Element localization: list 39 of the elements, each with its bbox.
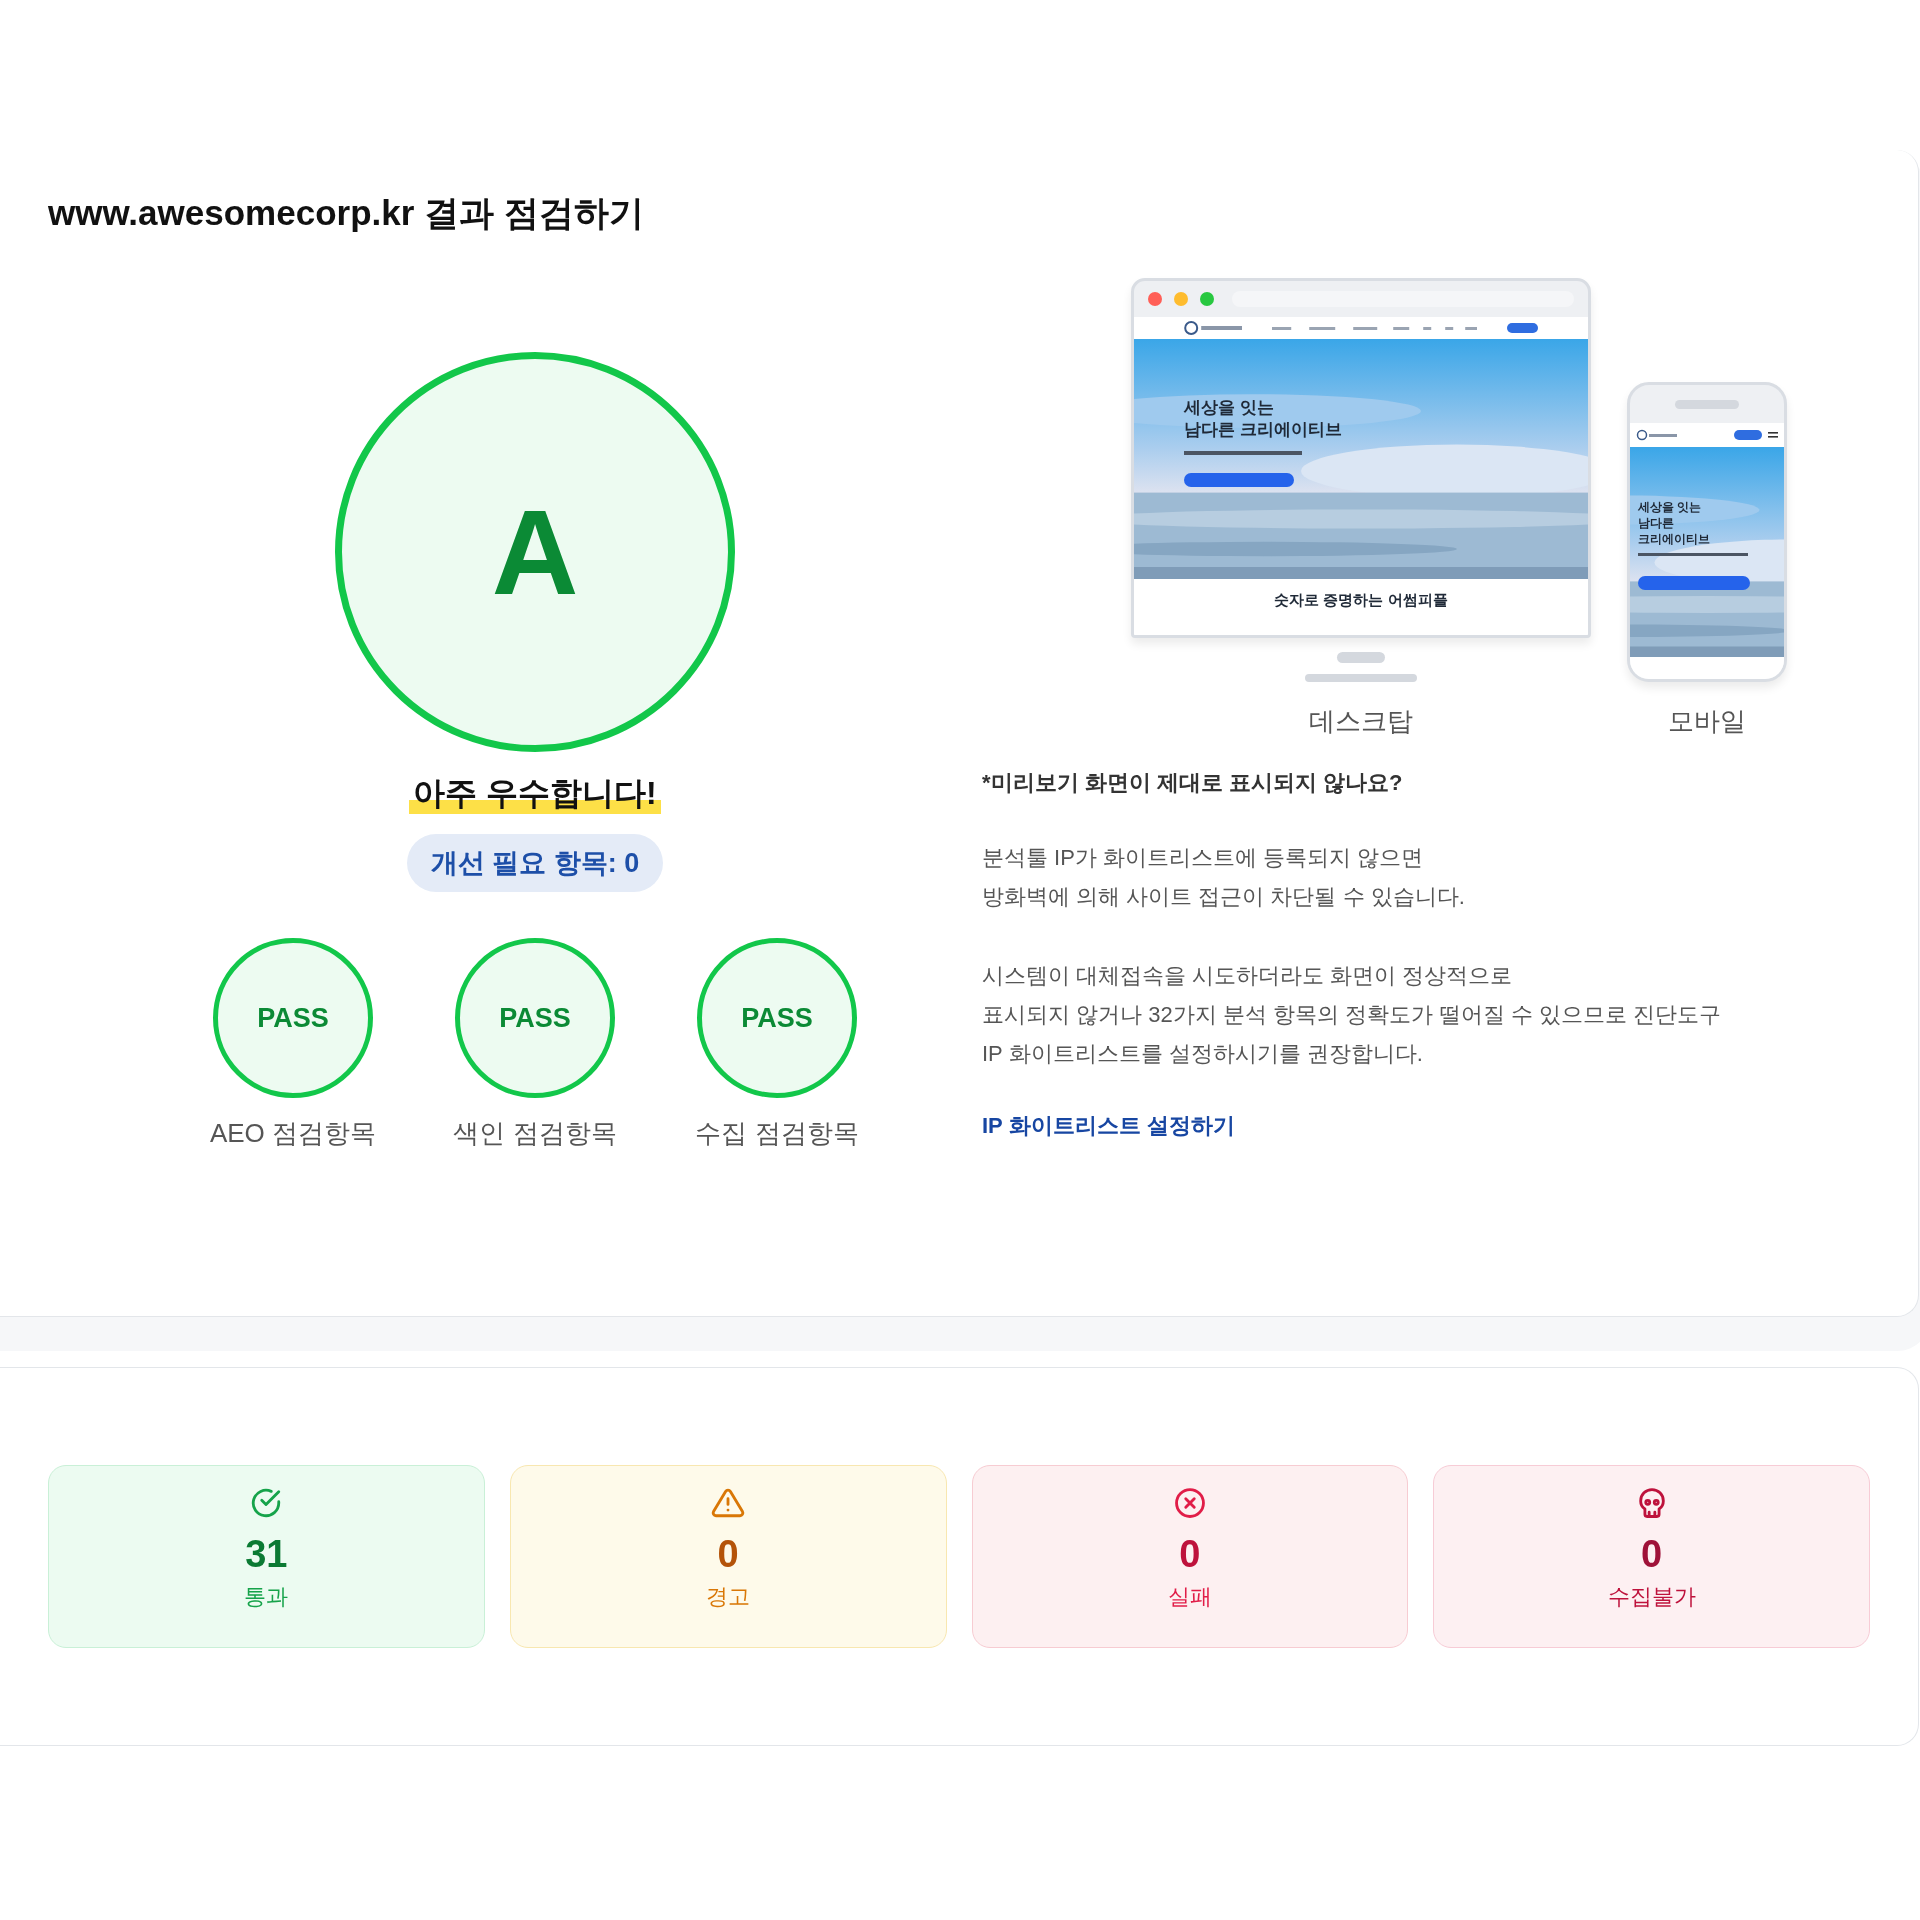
monitor-neck [1337, 652, 1385, 663]
stat-label: 통과 [244, 1583, 289, 1611]
stat-count: 0 [1179, 1532, 1201, 1576]
whitelist-link[interactable]: IP 화이트리스트 설정하기 [982, 1111, 1235, 1141]
check-label: AEO 점검항목 [209, 1117, 377, 1150]
stat-count: 31 [245, 1532, 288, 1576]
notice-question: *미리보기 화면이 제대로 표시되지 않나요? [982, 769, 1404, 797]
check-label: 수집 점검항목 [695, 1117, 859, 1150]
window-dot-icon [1174, 292, 1188, 306]
site-logo-icon [1184, 320, 1243, 336]
stat-label: 경고 [706, 1583, 751, 1611]
stat-count: 0 [717, 1532, 739, 1576]
issues-badge: 개선 필요 항목: 0 [406, 834, 664, 892]
check-label: 색인 점검항목 [453, 1117, 617, 1150]
hero-headline: 크리에이티브 [1638, 531, 1710, 547]
section-heading: 숫자로 증명하는 어썸피플 [1274, 591, 1448, 610]
hero-headline: 남다른 [1638, 515, 1674, 531]
phone-speaker [1675, 399, 1739, 409]
device-label: 데스크탑 [1309, 706, 1413, 736]
warning-icon [711, 1486, 746, 1520]
window-dot-icon [1148, 292, 1162, 306]
window-dot-icon [1200, 292, 1214, 306]
site-logo-icon [1636, 429, 1678, 441]
grade-letter: A [491, 492, 579, 612]
menu-icon [1768, 431, 1778, 439]
hero-headline: 남다른 크리에이티브 [1184, 419, 1342, 441]
notice-paragraph: 분석툴 IP가 화이트리스트에 등록되지 않으면 방화벽에 의해 사이트 접근이 차단될 수 있습니다. [982, 844, 1466, 911]
hero-headline: 세상을 잇는 [1638, 499, 1702, 515]
notice-paragraph: 시스템이 대체접속을 시도하더라도 화면이 정상적으로 표시되지 않거나 32가지 분석 항목의 정확도가 떨어질 수 있으므로 진단도구 IP 화이트리스트를 설정하시기를 권장합니다. [982, 962, 1723, 1068]
check-result: PASS [499, 1002, 571, 1034]
x-circle-icon [1172, 1486, 1207, 1520]
page-title: www.awesomecorp.kr 결과 점검하기 [48, 192, 645, 234]
check-result: PASS [257, 1002, 329, 1034]
check-result: PASS [741, 1002, 813, 1034]
stat-count: 0 [1641, 1532, 1663, 1576]
stat-label: 수집불가 [1607, 1583, 1696, 1611]
stat-label: 실패 [1167, 1583, 1212, 1611]
hero-headline: 세상을 잇는 [1184, 397, 1274, 419]
device-label: 모바일 [1668, 706, 1746, 736]
